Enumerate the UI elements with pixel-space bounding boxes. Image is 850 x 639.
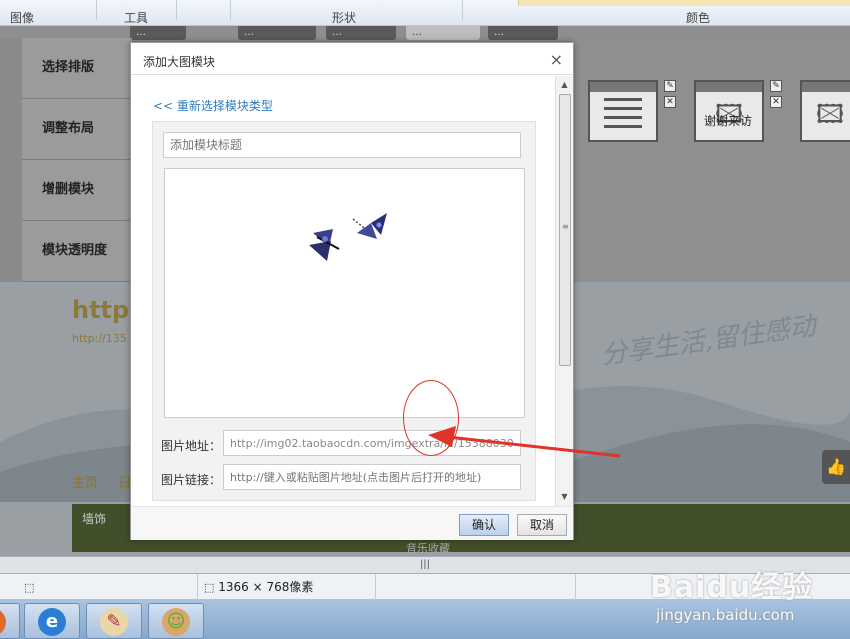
background-tabs: … … … … …	[130, 26, 570, 40]
module-thumbnails-panel	[575, 38, 850, 282]
watermark-url: jingyan.baidu.com	[656, 606, 795, 624]
ribbon-group-image[interactable]: 图像	[10, 9, 34, 26]
shop-nav-home[interactable]: 主页	[72, 476, 98, 491]
scroll-up-icon[interactable]: ▲	[556, 78, 573, 92]
ribbon-separator	[230, 0, 231, 20]
image-placeholder-icon: 🖾	[815, 100, 845, 130]
status-cell	[376, 574, 576, 600]
butterfly-image	[309, 213, 387, 261]
shop-section-label: 墙饰	[82, 512, 107, 526]
baidu-jingyan-watermark: Baidu经验 jingyan.baidu.com	[650, 562, 840, 624]
background-tab[interactable]: …	[238, 26, 316, 40]
canvas-dimensions: 1366 × 768像素	[218, 580, 314, 594]
edit-icon[interactable]: ✎	[770, 80, 782, 92]
image-link-input[interactable]	[223, 464, 521, 490]
image-link-row: 图片链接：	[161, 464, 533, 492]
side-menu: 选择排版 调整布局 增删模块 模块透明度	[22, 38, 132, 282]
image-link-label: 图片链接：	[161, 473, 222, 487]
module-thumb-image[interactable]: 🖾	[800, 80, 850, 142]
edit-icon[interactable]: ✎	[664, 80, 676, 92]
image-url-row: 图片地址：	[161, 430, 533, 458]
dialog-body: << 重新选择模块类型 添加模块标题 图片地址： http://img02.ta…	[131, 76, 555, 506]
users-icon: ☺	[162, 608, 190, 636]
taskbar-ie[interactable]: e	[24, 603, 80, 639]
module-title-input[interactable]	[163, 132, 521, 158]
status-cell-select: ⬚	[0, 574, 198, 600]
side-menu-item-modules[interactable]: 增删模块	[22, 160, 132, 221]
dialog-scrollbar[interactable]: ▲ ≡ ▼	[555, 76, 573, 506]
canvas-size-icon: ⬚	[204, 581, 215, 594]
confirm-button[interactable]: 确认	[459, 514, 509, 536]
banner-url-small: http://135	[72, 332, 127, 345]
cancel-button[interactable]: 取消	[517, 514, 567, 536]
dialog-footer: 确认 取消	[131, 506, 573, 540]
ie-icon: e	[38, 608, 66, 636]
close-icon[interactable]: ×	[550, 50, 563, 69]
ribbon-separator	[176, 0, 177, 20]
module-thumb-image[interactable]: 🖾	[694, 80, 764, 142]
scroll-down-icon[interactable]: ▼	[556, 490, 573, 504]
shop-section-label: 音乐收藏	[406, 542, 450, 555]
taskbar-paint[interactable]: ✎	[86, 603, 142, 639]
dialog-title: 添加大图模块	[143, 55, 216, 69]
annotation-circle	[403, 380, 459, 456]
module-thumb-caption: 谢谢来访	[704, 114, 753, 128]
scrollbar-thumb[interactable]: ≡	[559, 94, 571, 366]
watermark-logo: Baidu经验	[650, 570, 814, 605]
taskbar-start-orb[interactable]	[0, 603, 20, 639]
dialog-header: 添加大图模块 ×	[131, 43, 573, 75]
side-menu-item-adjust[interactable]: 调整布局	[22, 99, 132, 160]
status-cell-dimensions: ⬚ 1366 × 768像素	[198, 574, 376, 600]
ribbon-group-tools[interactable]: 工具	[124, 9, 148, 26]
delete-icon[interactable]: ✕	[770, 96, 782, 108]
ribbon-group-colors[interactable]: 颜色	[686, 9, 710, 26]
taskbar-users[interactable]: ☺	[148, 603, 204, 639]
image-url-input[interactable]	[223, 430, 521, 456]
image-url-label: 图片地址：	[161, 439, 222, 453]
app-icon	[0, 608, 6, 636]
module-form: 图片地址： 图片链接：	[152, 121, 536, 501]
ribbon-separator	[462, 0, 463, 20]
side-menu-item-opacity[interactable]: 模块透明度	[22, 221, 132, 282]
ribbon: 图像 工具 形状 颜色	[0, 0, 850, 26]
module-thumb-text[interactable]	[588, 80, 658, 142]
grip-icon: ≡	[562, 222, 569, 231]
selection-icon: ⬚	[24, 581, 35, 594]
background-tab[interactable]: …	[326, 26, 396, 40]
ribbon-group-shapes[interactable]: 形状	[332, 9, 356, 26]
add-large-image-module-dialog: 添加大图模块 × << 重新选择模块类型 添加模块标题 图片地址： http:/…	[130, 42, 574, 540]
background-tab[interactable]: …	[488, 26, 558, 40]
thumbs-up-icon[interactable]: 👍	[822, 450, 850, 484]
ribbon-separator	[96, 0, 97, 20]
background-tab[interactable]: …	[130, 26, 186, 40]
ribbon-color-swatch-strip	[518, 0, 850, 6]
background-left-strip	[0, 38, 22, 282]
side-menu-item-layout[interactable]: 选择排版	[22, 38, 132, 99]
reselect-module-type-link[interactable]: << 重新选择模块类型	[153, 97, 273, 114]
image-preview	[164, 168, 525, 418]
delete-icon[interactable]: ✕	[664, 96, 676, 108]
paint-icon: ✎	[100, 608, 128, 636]
background-tab-active[interactable]: …	[406, 26, 480, 40]
